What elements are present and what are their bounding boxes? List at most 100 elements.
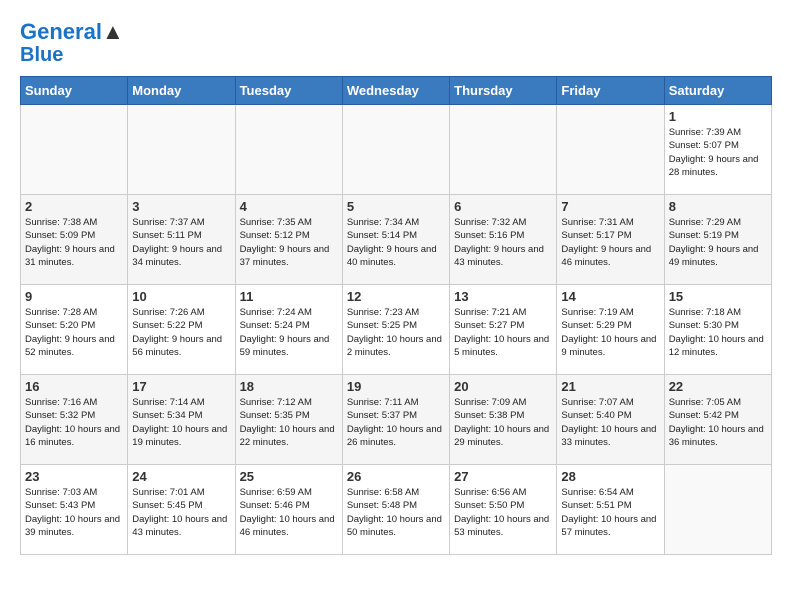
- day-number: 22: [669, 379, 767, 394]
- calendar-cell: 1 Sunrise: 7:39 AM Sunset: 5:07 PM Daylig…: [664, 105, 771, 195]
- day-info: Sunrise: 7:01 AM Sunset: 5:45 PM Dayligh…: [132, 486, 230, 539]
- calendar-cell: 8 Sunrise: 7:29 AM Sunset: 5:19 PM Daylig…: [664, 195, 771, 285]
- day-info: Sunrise: 7:31 AM Sunset: 5:17 PM Dayligh…: [561, 216, 659, 269]
- day-number: 27: [454, 469, 552, 484]
- day-number: 5: [347, 199, 445, 214]
- day-info: Sunrise: 7:11 AM Sunset: 5:37 PM Dayligh…: [347, 396, 445, 449]
- weekday-header-monday: Monday: [128, 77, 235, 105]
- calendar-cell: [664, 465, 771, 555]
- calendar-cell: 17 Sunrise: 7:14 AM Sunset: 5:34 PM Dayli…: [128, 375, 235, 465]
- weekday-header-friday: Friday: [557, 77, 664, 105]
- day-number: 28: [561, 469, 659, 484]
- calendar-cell: [235, 105, 342, 195]
- day-info: Sunrise: 7:28 AM Sunset: 5:20 PM Dayligh…: [25, 306, 123, 359]
- day-number: 18: [240, 379, 338, 394]
- day-info: Sunrise: 7:32 AM Sunset: 5:16 PM Dayligh…: [454, 216, 552, 269]
- day-info: Sunrise: 7:18 AM Sunset: 5:30 PM Dayligh…: [669, 306, 767, 359]
- calendar-cell: 25 Sunrise: 6:59 AM Sunset: 5:46 PM Dayli…: [235, 465, 342, 555]
- day-info: Sunrise: 7:24 AM Sunset: 5:24 PM Dayligh…: [240, 306, 338, 359]
- day-number: 8: [669, 199, 767, 214]
- day-number: 6: [454, 199, 552, 214]
- day-number: 21: [561, 379, 659, 394]
- day-info: Sunrise: 7:29 AM Sunset: 5:19 PM Dayligh…: [669, 216, 767, 269]
- day-info: Sunrise: 6:58 AM Sunset: 5:48 PM Dayligh…: [347, 486, 445, 539]
- calendar-cell: 28 Sunrise: 6:54 AM Sunset: 5:51 PM Dayli…: [557, 465, 664, 555]
- day-number: 4: [240, 199, 338, 214]
- day-number: 19: [347, 379, 445, 394]
- calendar-cell: 16 Sunrise: 7:16 AM Sunset: 5:32 PM Dayli…: [21, 375, 128, 465]
- calendar-cell: 22 Sunrise: 7:05 AM Sunset: 5:42 PM Dayli…: [664, 375, 771, 465]
- day-info: Sunrise: 7:21 AM Sunset: 5:27 PM Dayligh…: [454, 306, 552, 359]
- day-number: 15: [669, 289, 767, 304]
- day-info: Sunrise: 6:56 AM Sunset: 5:50 PM Dayligh…: [454, 486, 552, 539]
- calendar-cell: 12Sunrise: 7:23 AM Sunset: 5:25 PM Dayli…: [342, 285, 449, 375]
- day-number: 11: [240, 289, 338, 304]
- calendar-cell: 13 Sunrise: 7:21 AM Sunset: 5:27 PM Dayli…: [450, 285, 557, 375]
- day-number: 7: [561, 199, 659, 214]
- day-number: 10: [132, 289, 230, 304]
- calendar-cell: 4 Sunrise: 7:35 AM Sunset: 5:12 PM Daylig…: [235, 195, 342, 285]
- weekday-header-thursday: Thursday: [450, 77, 557, 105]
- page-header: General▲ Blue: [20, 20, 772, 66]
- day-info: Sunrise: 7:05 AM Sunset: 5:42 PM Dayligh…: [669, 396, 767, 449]
- weekday-header-sunday: Sunday: [21, 77, 128, 105]
- logo-subtext: Blue: [20, 44, 124, 66]
- day-number: 24: [132, 469, 230, 484]
- calendar-cell: 3 Sunrise: 7:37 AM Sunset: 5:11 PM Daylig…: [128, 195, 235, 285]
- day-number: 26: [347, 469, 445, 484]
- calendar-cell: 15 Sunrise: 7:18 AM Sunset: 5:30 PM Dayli…: [664, 285, 771, 375]
- day-info: Sunrise: 7:12 AM Sunset: 5:35 PM Dayligh…: [240, 396, 338, 449]
- calendar-cell: [21, 105, 128, 195]
- calendar-cell: [450, 105, 557, 195]
- day-number: 17: [132, 379, 230, 394]
- day-info: Sunrise: 7:37 AM Sunset: 5:11 PM Dayligh…: [132, 216, 230, 269]
- day-info: Sunrise: 7:07 AM Sunset: 5:40 PM Dayligh…: [561, 396, 659, 449]
- day-number: 13: [454, 289, 552, 304]
- day-number: 14: [561, 289, 659, 304]
- calendar-cell: 21 Sunrise: 7:07 AM Sunset: 5:40 PM Dayli…: [557, 375, 664, 465]
- day-number: 25: [240, 469, 338, 484]
- calendar-cell: 19 Sunrise: 7:11 AM Sunset: 5:37 PM Dayli…: [342, 375, 449, 465]
- calendar-cell: 6 Sunrise: 7:32 AM Sunset: 5:16 PM Daylig…: [450, 195, 557, 285]
- day-number: 16: [25, 379, 123, 394]
- calendar-cell: 2 Sunrise: 7:38 AM Sunset: 5:09 PM Daylig…: [21, 195, 128, 285]
- calendar-table: SundayMondayTuesdayWednesdayThursdayFrid…: [20, 76, 772, 555]
- logo-text: General▲: [20, 20, 124, 44]
- calendar-cell: 5 Sunrise: 7:34 AM Sunset: 5:14 PM Daylig…: [342, 195, 449, 285]
- day-number: 20: [454, 379, 552, 394]
- calendar-cell: 11 Sunrise: 7:24 AM Sunset: 5:24 PM Dayli…: [235, 285, 342, 375]
- calendar-cell: 7 Sunrise: 7:31 AM Sunset: 5:17 PM Daylig…: [557, 195, 664, 285]
- calendar-cell: 9 Sunrise: 7:28 AM Sunset: 5:20 PM Daylig…: [21, 285, 128, 375]
- day-info: Sunrise: 7:38 AM Sunset: 5:09 PM Dayligh…: [25, 216, 123, 269]
- day-info: Sunrise: 6:59 AM Sunset: 5:46 PM Dayligh…: [240, 486, 338, 539]
- calendar-cell: 20Sunrise: 7:09 AM Sunset: 5:38 PM Dayli…: [450, 375, 557, 465]
- day-info: Sunrise: 7:35 AM Sunset: 5:12 PM Dayligh…: [240, 216, 338, 269]
- calendar-cell: [557, 105, 664, 195]
- day-number: 23: [25, 469, 123, 484]
- calendar-cell: [128, 105, 235, 195]
- calendar-cell: 14 Sunrise: 7:19 AM Sunset: 5:29 PM Dayli…: [557, 285, 664, 375]
- day-number: 9: [25, 289, 123, 304]
- calendar-cell: 10 Sunrise: 7:26 AM Sunset: 5:22 PM Dayli…: [128, 285, 235, 375]
- calendar-cell: 27 Sunrise: 6:56 AM Sunset: 5:50 PM Dayli…: [450, 465, 557, 555]
- day-number: 3: [132, 199, 230, 214]
- weekday-header-wednesday: Wednesday: [342, 77, 449, 105]
- calendar-cell: 23 Sunrise: 7:03 AM Sunset: 5:43 PM Dayli…: [21, 465, 128, 555]
- calendar-cell: 26 Sunrise: 6:58 AM Sunset: 5:48 PM Dayli…: [342, 465, 449, 555]
- day-info: Sunrise: 7:19 AM Sunset: 5:29 PM Dayligh…: [561, 306, 659, 359]
- calendar-cell: 24 Sunrise: 7:01 AM Sunset: 5:45 PM Dayli…: [128, 465, 235, 555]
- day-number: 2: [25, 199, 123, 214]
- day-info: Sunrise: 7:14 AM Sunset: 5:34 PM Dayligh…: [132, 396, 230, 449]
- day-info: Sunrise: 7:03 AM Sunset: 5:43 PM Dayligh…: [25, 486, 123, 539]
- day-info: Sunrise: 7:34 AM Sunset: 5:14 PM Dayligh…: [347, 216, 445, 269]
- day-info: Sunrise: 7:26 AM Sunset: 5:22 PM Dayligh…: [132, 306, 230, 359]
- logo: General▲ Blue: [20, 20, 124, 66]
- calendar-cell: [342, 105, 449, 195]
- day-info: Sunrise: 7:39 AM Sunset: 5:07 PM Dayligh…: [669, 126, 767, 179]
- weekday-header-saturday: Saturday: [664, 77, 771, 105]
- day-info: Sunrise: 6:54 AM Sunset: 5:51 PM Dayligh…: [561, 486, 659, 539]
- day-info: Sunrise: 7:23 AM Sunset: 5:25 PM Dayligh…: [347, 306, 445, 359]
- calendar-cell: 18 Sunrise: 7:12 AM Sunset: 5:35 PM Dayli…: [235, 375, 342, 465]
- day-number: 1: [669, 109, 767, 124]
- day-info: Sunrise: 7:16 AM Sunset: 5:32 PM Dayligh…: [25, 396, 123, 449]
